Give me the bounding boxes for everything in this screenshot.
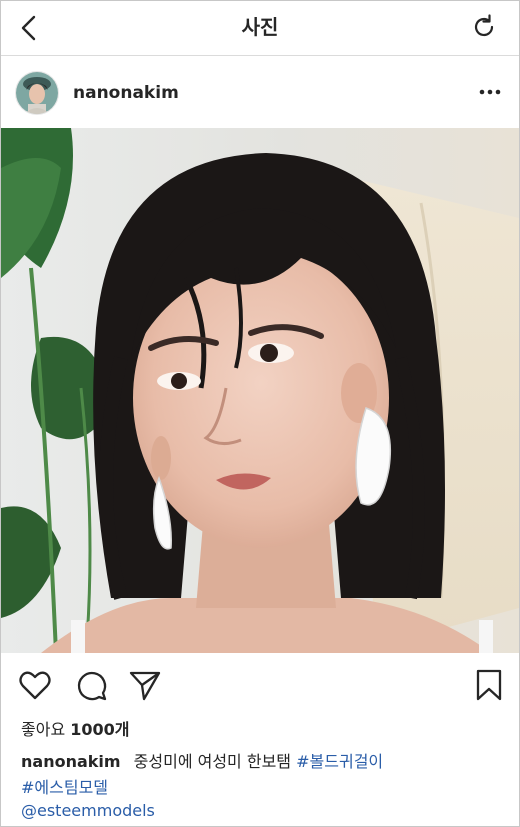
post-caption: nanonakim 중성미에 여성미 한보탬 #볼드귀걸이 #에스팀모델 — [21, 749, 501, 801]
mention-link[interactable]: @esteemmodels — [21, 800, 155, 822]
portrait-image — [1, 128, 519, 653]
comment-button[interactable] — [73, 667, 109, 703]
like-button[interactable] — [17, 667, 53, 703]
hashtag-esteem-model[interactable]: #에스팀모델 — [21, 778, 108, 797]
post-action-bar — [1, 659, 519, 711]
share-button[interactable] — [127, 667, 163, 703]
heart-icon — [19, 671, 51, 700]
likes-label: 좋아요 — [21, 720, 66, 739]
more-options-button[interactable] — [477, 82, 503, 102]
post-photo[interactable] — [1, 128, 519, 653]
top-nav-bar: 사진 — [1, 1, 519, 56]
page-title: 사진 — [241, 15, 279, 39]
refresh-icon — [474, 14, 494, 37]
more-horizontal-icon — [479, 89, 501, 95]
avatar-image — [16, 72, 58, 114]
bookmark-icon — [476, 669, 502, 701]
comment-icon — [77, 671, 107, 701]
refresh-button[interactable] — [469, 12, 499, 42]
app-frame: 사진 nanonakim 좋아요 1000개 nanonakim 중성미에 여성… — [0, 0, 520, 827]
likes-count[interactable]: 좋아요 1000개 — [21, 719, 130, 741]
likes-number: 1000개 — [70, 720, 130, 739]
post-username[interactable]: nanonakim — [73, 82, 179, 104]
hashtag-bold-earrings[interactable]: #볼드귀걸이 — [296, 752, 383, 771]
caption-text: 중성미에 여성미 한보탬 — [133, 752, 292, 771]
send-icon — [129, 671, 161, 701]
post-header: nanonakim — [1, 56, 519, 128]
caption-username[interactable]: nanonakim — [21, 752, 121, 771]
save-button[interactable] — [471, 667, 507, 703]
avatar[interactable] — [15, 71, 59, 115]
